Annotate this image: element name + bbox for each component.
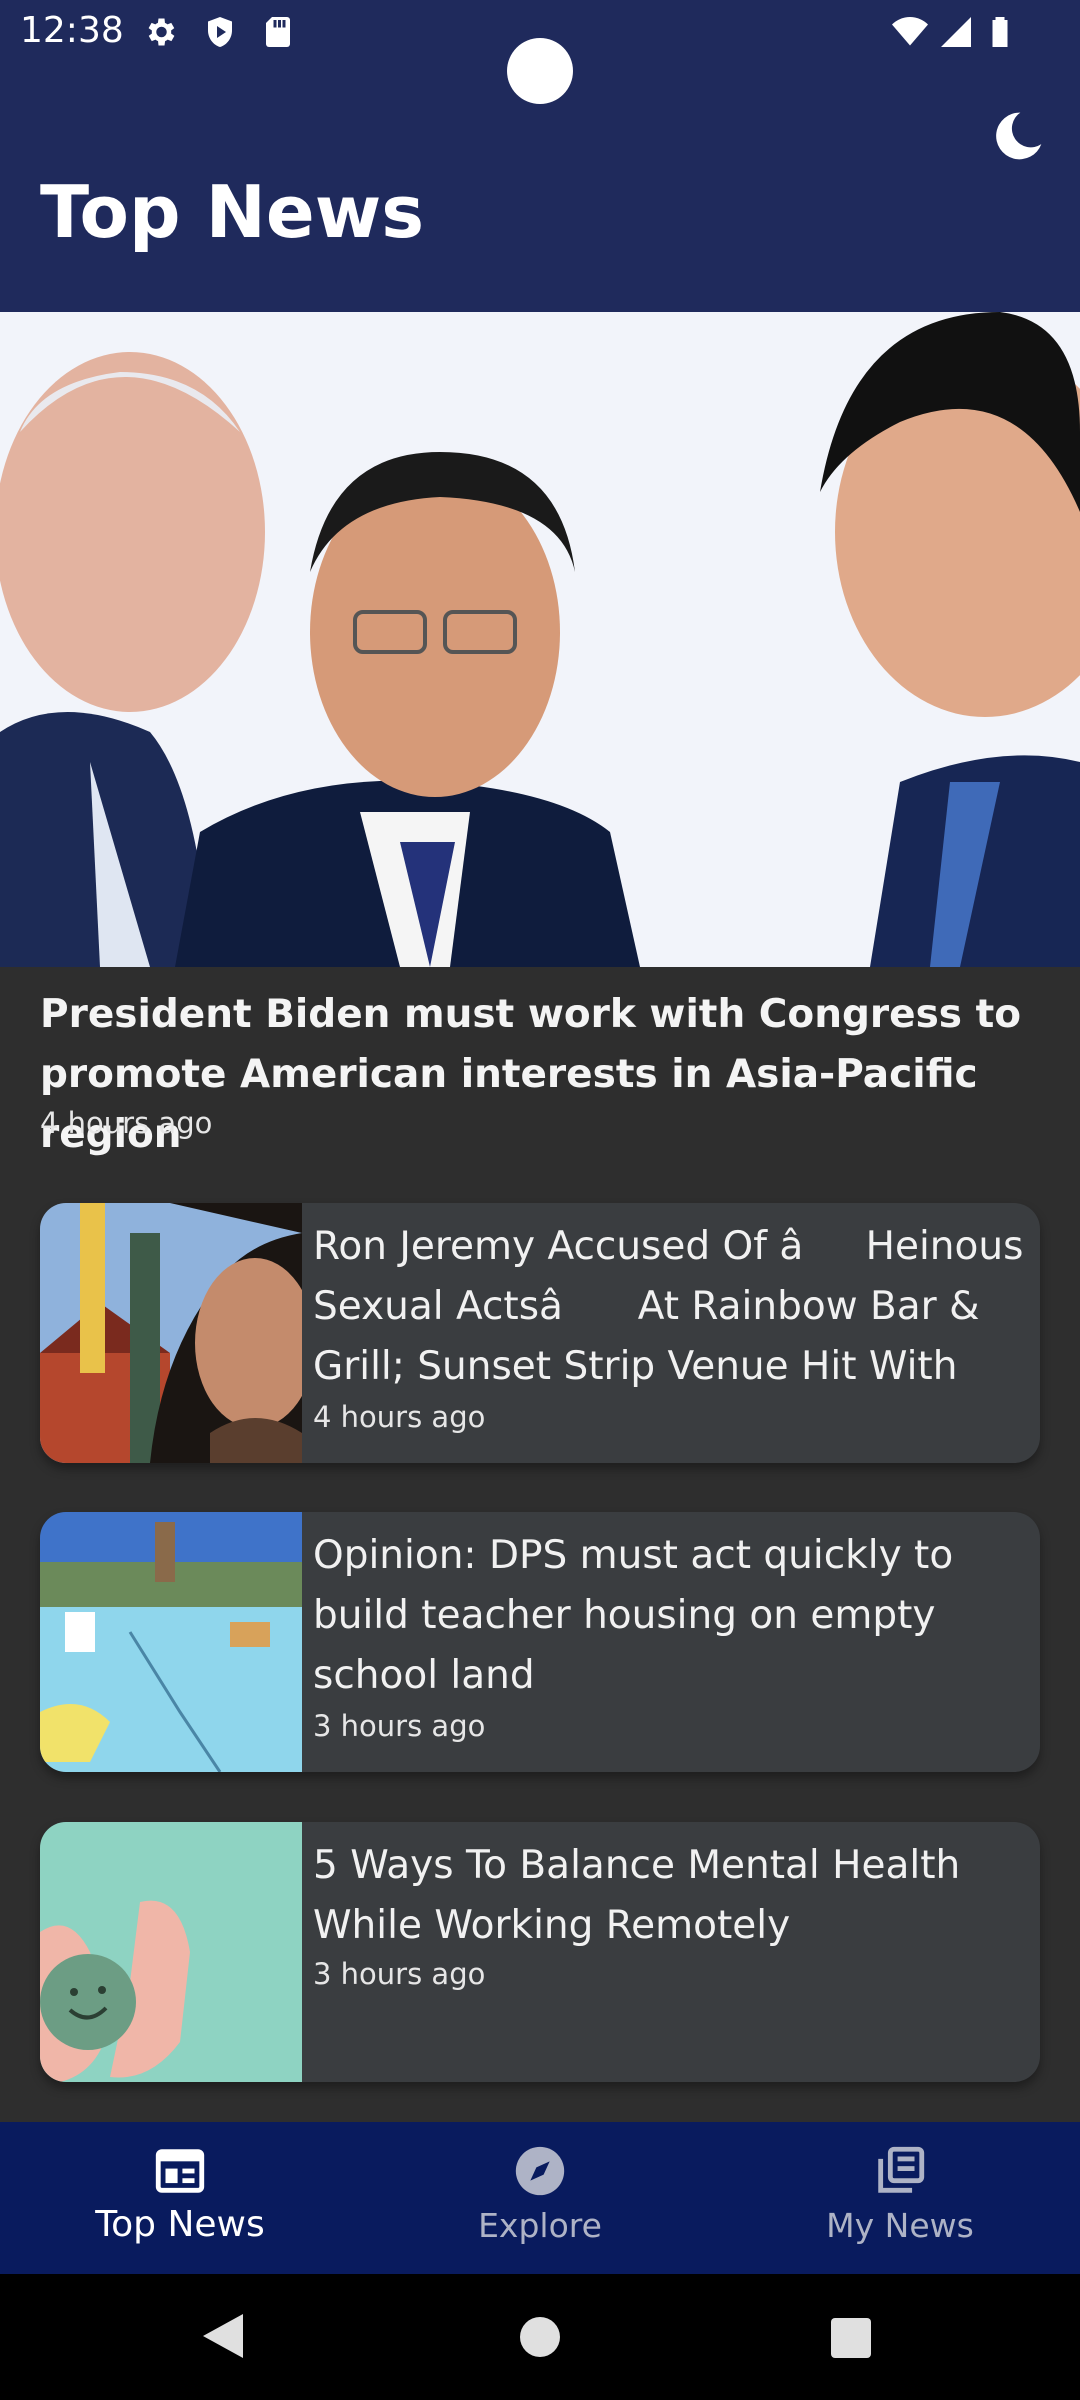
bottom-navigation: Top News Explore My News bbox=[0, 2122, 1080, 2274]
compass-icon bbox=[515, 2146, 565, 2196]
hero-image[interactable] bbox=[0, 312, 1080, 967]
app-header: 12:38 Top News bbox=[0, 0, 1080, 312]
home-icon[interactable] bbox=[520, 2317, 560, 2357]
article-timestamp: 4 hours ago bbox=[313, 1400, 486, 1434]
article-title: Opinion: DPS must act quickly to build t… bbox=[313, 1533, 954, 1698]
shield-play-icon bbox=[208, 17, 232, 47]
back-icon[interactable] bbox=[203, 2314, 243, 2358]
signal-icon bbox=[941, 17, 971, 47]
recents-icon[interactable] bbox=[831, 2318, 871, 2358]
nav-top-news[interactable]: Top News bbox=[0, 2122, 360, 2274]
article-timestamp: 3 hours ago bbox=[313, 1709, 486, 1743]
moon-icon[interactable] bbox=[990, 108, 1046, 164]
battery-icon bbox=[992, 17, 1008, 47]
gear-icon bbox=[148, 18, 175, 46]
status-time: 12:38 bbox=[20, 10, 124, 51]
camera-cutout bbox=[507, 38, 573, 104]
article-card[interactable]: 5 Ways To Balance Mental Health While Wo… bbox=[40, 1822, 1040, 2082]
article-thumbnail bbox=[40, 1512, 302, 1772]
sd-card-icon bbox=[266, 17, 290, 47]
wifi-icon bbox=[892, 17, 928, 46]
library-icon bbox=[878, 2146, 925, 2193]
nav-label: Top News bbox=[95, 2204, 265, 2245]
page-title: Top News bbox=[40, 170, 425, 254]
article-card[interactable]: Opinion: DPS must act quickly to build t… bbox=[40, 1512, 1040, 1772]
nav-my-news[interactable]: My News bbox=[720, 2122, 1080, 2274]
article-card[interactable]: Ron Jeremy Accused Of âHeinous Sexual … bbox=[40, 1203, 1040, 1463]
article-title: 5 Ways To Balance Mental Health While Wo… bbox=[313, 1843, 961, 1948]
nav-explore[interactable]: Explore bbox=[360, 2122, 720, 2274]
system-navigation-bar bbox=[0, 2274, 1080, 2400]
newspaper-icon bbox=[155, 2149, 205, 2193]
hero-timestamp: 4 hours ago bbox=[40, 1106, 213, 1140]
nav-label: My News bbox=[826, 2206, 974, 2245]
article-thumbnail bbox=[40, 1822, 302, 2082]
article-title: Ron Jeremy Accused Of âHeinous Sexual … bbox=[313, 1224, 1024, 1389]
nav-label: Explore bbox=[478, 2206, 602, 2245]
article-timestamp: 3 hours ago bbox=[313, 1957, 486, 1991]
article-thumbnail bbox=[40, 1203, 302, 1463]
